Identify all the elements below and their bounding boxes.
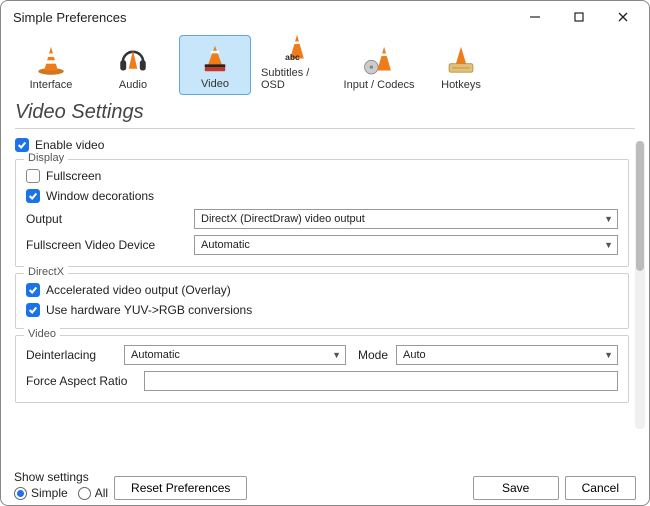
force-aspect-input[interactable] [144, 371, 618, 391]
chevron-down-icon: ▼ [604, 350, 613, 360]
mode-select[interactable]: Auto ▼ [396, 345, 618, 365]
cancel-button[interactable]: Cancel [565, 476, 636, 500]
checkbox-icon [26, 303, 40, 317]
tab-label: Subtitles / OSD [261, 67, 333, 91]
show-settings-label: Show settings [14, 470, 108, 484]
group-legend: Video [24, 328, 60, 340]
tab-input[interactable]: Input / Codecs [343, 35, 415, 95]
close-button[interactable] [605, 3, 641, 31]
fullscreen-checkbox[interactable]: Fullscreen [26, 166, 618, 186]
window-title: Simple Preferences [13, 10, 517, 25]
deinterlacing-select[interactable]: Automatic ▼ [124, 345, 346, 365]
output-select[interactable]: DirectX (DirectDraw) video output ▼ [194, 209, 618, 229]
checkbox-label: Window decorations [46, 189, 154, 203]
tab-audio[interactable]: Audio [97, 35, 169, 95]
checkbox-icon [26, 283, 40, 297]
text-cone-icon: abc [280, 33, 314, 63]
fullscreen-device-label: Fullscreen Video Device [26, 238, 186, 252]
yuv-rgb-checkbox[interactable]: Use hardware YUV->RGB conversions [26, 300, 618, 320]
maximize-button[interactable] [561, 3, 597, 31]
select-value: Auto [403, 349, 426, 361]
page-title: Video Settings [1, 99, 649, 126]
tab-label: Video [201, 78, 229, 90]
tab-label: Input / Codecs [344, 79, 415, 91]
reset-preferences-button[interactable]: Reset Preferences [114, 476, 247, 500]
group-legend: DirectX [24, 266, 68, 278]
chevron-down-icon: ▼ [332, 350, 341, 360]
checkbox-icon [15, 138, 29, 152]
disc-cone-icon [362, 45, 396, 75]
checkbox-label: Fullscreen [46, 169, 101, 183]
video-group: Video Deinterlacing Automatic ▼ Mode Aut… [15, 335, 629, 403]
display-group: Display Fullscreen Window decorations Ou… [15, 159, 629, 267]
window-decorations-checkbox[interactable]: Window decorations [26, 186, 618, 206]
checkbox-label: Enable video [35, 138, 104, 152]
checkbox-label: Accelerated video output (Overlay) [46, 283, 231, 297]
fullscreen-device-select[interactable]: Automatic ▼ [194, 235, 618, 255]
cone-icon [34, 45, 68, 75]
radio-simple[interactable]: Simple [14, 486, 68, 500]
clapper-cone-icon [198, 44, 232, 74]
scroll-thumb[interactable] [636, 141, 644, 271]
minimize-button[interactable] [517, 3, 553, 31]
group-legend: Display [24, 152, 68, 164]
accelerated-checkbox[interactable]: Accelerated video output (Overlay) [26, 280, 618, 300]
select-value: DirectX (DirectDraw) video output [201, 213, 365, 225]
chevron-down-icon: ▼ [604, 240, 613, 250]
chevron-down-icon: ▼ [604, 214, 613, 224]
mode-label: Mode [354, 348, 388, 362]
radio-label: All [95, 486, 108, 500]
enable-video-checkbox[interactable]: Enable video [15, 135, 629, 155]
tab-video[interactable]: Video [179, 35, 251, 95]
tab-label: Hotkeys [441, 79, 481, 91]
tab-label: Interface [30, 79, 73, 91]
select-value: Automatic [201, 239, 250, 251]
radio-icon [78, 487, 91, 500]
directx-group: DirectX Accelerated video output (Overla… [15, 273, 629, 329]
vertical-scrollbar[interactable] [635, 141, 645, 429]
keyboard-cone-icon [444, 45, 478, 75]
checkbox-icon [26, 169, 40, 183]
radio-label: Simple [31, 486, 68, 500]
svg-text:abc: abc [285, 52, 300, 62]
output-label: Output [26, 212, 186, 226]
tab-hotkeys[interactable]: Hotkeys [425, 35, 497, 95]
checkbox-icon [26, 189, 40, 203]
headphones-cone-icon [116, 45, 150, 75]
tab-label: Audio [119, 79, 147, 91]
save-button[interactable]: Save [473, 476, 559, 500]
checkbox-label: Use hardware YUV->RGB conversions [46, 303, 252, 317]
force-aspect-label: Force Aspect Ratio [26, 374, 136, 388]
radio-all[interactable]: All [78, 486, 108, 500]
tab-subtitles[interactable]: abc Subtitles / OSD [261, 35, 333, 95]
select-value: Automatic [131, 349, 180, 361]
deinterlacing-label: Deinterlacing [26, 348, 116, 362]
divider [15, 128, 635, 129]
tab-interface[interactable]: Interface [15, 35, 87, 95]
radio-icon [14, 487, 27, 500]
